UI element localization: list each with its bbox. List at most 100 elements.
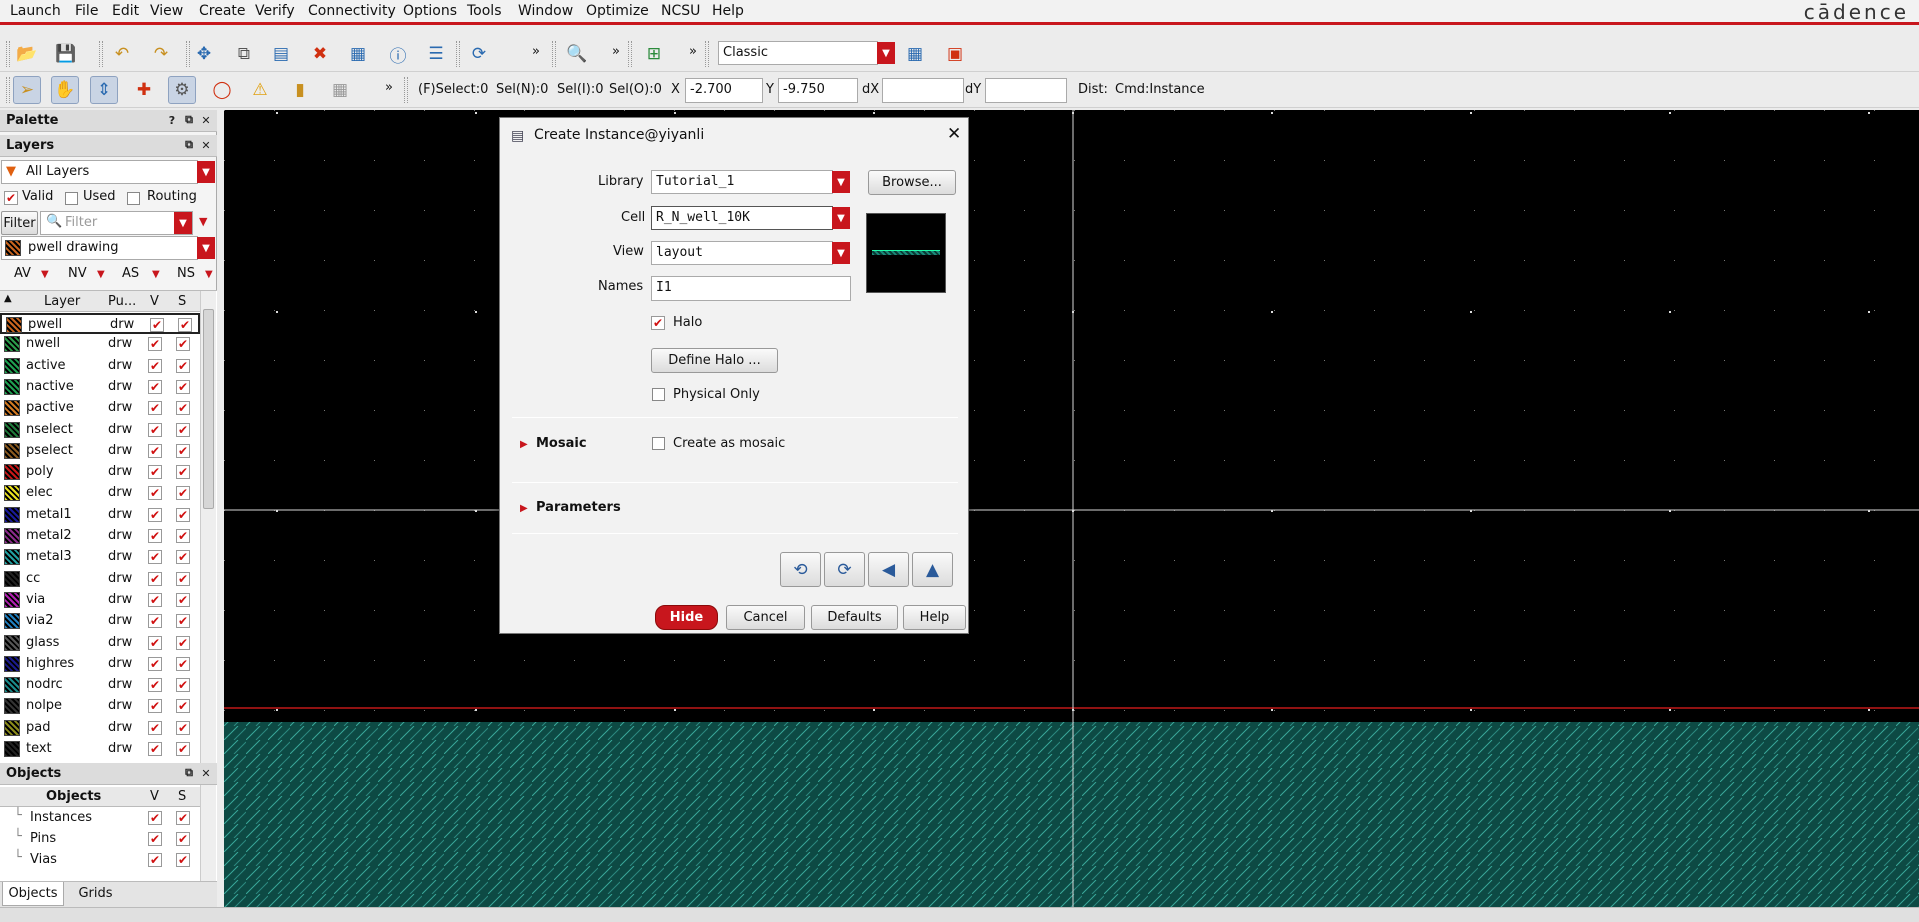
warning-icon[interactable]: ⚠ [246, 76, 274, 104]
column-objects[interactable]: Objects [46, 789, 101, 804]
av-button[interactable]: AV [14, 266, 31, 281]
chevron-down-icon[interactable]: ▼ [832, 171, 850, 193]
nv-button[interactable]: NV [68, 266, 87, 281]
object-selectable-checkbox[interactable]: ✔ [176, 853, 190, 867]
objects-scrollbar[interactable] [200, 787, 216, 881]
y-coordinate-field[interactable]: -9.750 [778, 78, 858, 103]
layer-selectable-checkbox[interactable]: ✔ [176, 699, 190, 714]
scrollbar-thumb[interactable] [203, 309, 214, 509]
layer-selectable-checkbox[interactable]: ✔ [176, 720, 190, 735]
chevron-down-icon[interactable]: ▼ [877, 42, 895, 64]
refresh-icon[interactable]: ⟳ [465, 40, 493, 68]
column-selectable[interactable]: S [178, 294, 186, 309]
layer-row-metal1[interactable]: metal1 drw ✔ ✔ [0, 505, 200, 526]
used-checkbox[interactable] [65, 191, 78, 206]
layer-row-metal2[interactable]: metal2 drw ✔ ✔ [0, 526, 200, 547]
grid-icon[interactable]: ▦ [326, 76, 354, 104]
stop-icon[interactable]: ⚙ [168, 76, 196, 104]
layer-selectable-checkbox[interactable]: ✔ [176, 550, 190, 565]
column-visible[interactable]: V [150, 294, 159, 309]
partial-select-icon[interactable]: ✋ [51, 76, 79, 104]
layer-row-pselect[interactable]: pselect drw ✔ ✔ [0, 441, 200, 462]
hierarchy-icon[interactable]: ⊞ [640, 40, 668, 68]
object-visible-checkbox[interactable]: ✔ [148, 811, 162, 825]
layer-visible-checkbox[interactable]: ✔ [148, 550, 162, 565]
column-layer[interactable]: Layer [44, 294, 80, 309]
chevron-down-icon[interactable]: ▼ [97, 269, 105, 280]
menu-create[interactable]: Create [199, 3, 246, 19]
toolbar-grip[interactable] [6, 41, 10, 67]
dx-field[interactable] [882, 78, 964, 103]
hide-button[interactable]: Hide [655, 605, 718, 630]
toolbar-grip[interactable] [705, 41, 709, 67]
layer-selectable-checkbox[interactable]: ✔ [176, 529, 190, 543]
layer-selectable-checkbox[interactable]: ✔ [176, 465, 190, 480]
chevron-down-icon[interactable]: ▼ [199, 215, 207, 228]
layer-selectable-checkbox[interactable]: ✔ [176, 401, 190, 416]
menu-view[interactable]: View [150, 3, 183, 19]
layer-selectable-checkbox[interactable]: ✔ [176, 422, 190, 437]
object-selectable-checkbox[interactable]: ✔ [176, 832, 190, 846]
float-icon[interactable]: ⧉ [181, 137, 197, 153]
zoom-icon[interactable]: 🔍 [563, 40, 591, 68]
menu-file[interactable]: File [75, 3, 98, 19]
object-visible-checkbox[interactable]: ✔ [148, 832, 162, 846]
layer-row-pad[interactable]: pad drw ✔ ✔ [0, 718, 200, 739]
layer-row-elec[interactable]: elec drw ✔ ✔ [0, 483, 200, 504]
chevron-down-icon[interactable]: ▼ [174, 212, 192, 234]
layer-visible-checkbox[interactable]: ✔ [148, 720, 162, 735]
copy-icon[interactable]: ⧉ [230, 40, 258, 68]
object-row[interactable]: └ Vias ✔ ✔ [0, 850, 200, 871]
layer-row-via[interactable]: via drw ✔ ✔ [0, 590, 200, 611]
layer-filter-select[interactable]: All Layers [1, 160, 198, 184]
close-icon[interactable]: ✕ [198, 112, 214, 128]
layer-row-active[interactable]: active drw ✔ ✔ [0, 356, 200, 377]
layer-selectable-checkbox[interactable]: ✔ [176, 614, 190, 629]
toolbar-grip[interactable] [99, 41, 103, 67]
menu-options[interactable]: Options [403, 3, 457, 19]
chevron-down-icon[interactable]: ▼ [197, 161, 215, 183]
layer-selectable-checkbox[interactable]: ✔ [176, 443, 190, 458]
toolbar-grip[interactable] [628, 41, 632, 67]
layer-visible-checkbox[interactable]: ✔ [148, 422, 162, 437]
chevron-down-icon[interactable]: ▼ [197, 237, 215, 259]
layer-row-via2[interactable]: via2 drw ✔ ✔ [0, 611, 200, 632]
layer-search-input[interactable]: Filter [40, 211, 193, 235]
close-icon[interactable]: ✕ [198, 137, 214, 153]
layer-row-glass[interactable]: glass drw ✔ ✔ [0, 633, 200, 654]
as-button[interactable]: AS [122, 266, 139, 281]
layer-row-text[interactable]: text drw ✔ ✔ [0, 739, 200, 760]
object-row[interactable]: └ Pins ✔ ✔ [0, 829, 200, 850]
layer-row-metal3[interactable]: metal3 drw ✔ ✔ [0, 547, 200, 568]
library-select[interactable]: Tutorial_1 [651, 170, 833, 194]
layer-row-nwell[interactable]: nwell drw ✔ ✔ [0, 334, 200, 355]
undo-icon[interactable]: ↶ [108, 40, 136, 68]
layer-visible-checkbox[interactable]: ✔ [148, 699, 162, 714]
open-icon[interactable]: 📂 [13, 40, 41, 68]
chevron-down-icon[interactable]: ▼ [832, 207, 850, 229]
layer-row-cc[interactable]: cc drw ✔ ✔ [0, 569, 200, 590]
layer-visible-checkbox[interactable]: ✔ [148, 507, 162, 522]
layer-visible-checkbox[interactable]: ✔ [148, 337, 162, 352]
toolbar-overflow[interactable]: » [385, 80, 393, 95]
help-icon[interactable]: ? [164, 112, 180, 128]
layer-row-nselect[interactable]: nselect drw ✔ ✔ [0, 420, 200, 441]
workspace-delete-icon[interactable]: ▣ [941, 40, 969, 68]
layer-row-pwell[interactable]: pwell drw ✔ ✔ [0, 313, 200, 334]
tab-grids[interactable]: Grids [68, 882, 123, 906]
toolbar-grip[interactable] [6, 77, 10, 103]
move-icon[interactable]: ✥ [190, 40, 218, 68]
layer-selectable-checkbox[interactable]: ✔ [176, 635, 190, 650]
column-purpose[interactable]: Pu... [108, 294, 136, 309]
toolbar-overflow[interactable]: » [532, 44, 540, 59]
layer-selectable-checkbox[interactable]: ✔ [176, 592, 190, 607]
layer-selectable-checkbox[interactable]: ✔ [178, 318, 192, 332]
marker-icon[interactable]: ▮ [286, 76, 314, 104]
chevron-down-icon[interactable]: ▼ [832, 242, 850, 264]
layer-visible-checkbox[interactable]: ✔ [148, 571, 162, 586]
define-halo-button[interactable]: Define Halo ... [651, 348, 778, 373]
snap-icon[interactable]: ⇕ [90, 76, 118, 104]
layer-visible-checkbox[interactable]: ✔ [148, 656, 162, 671]
close-icon[interactable]: ✕ [947, 124, 961, 144]
routing-checkbox[interactable] [127, 191, 140, 206]
